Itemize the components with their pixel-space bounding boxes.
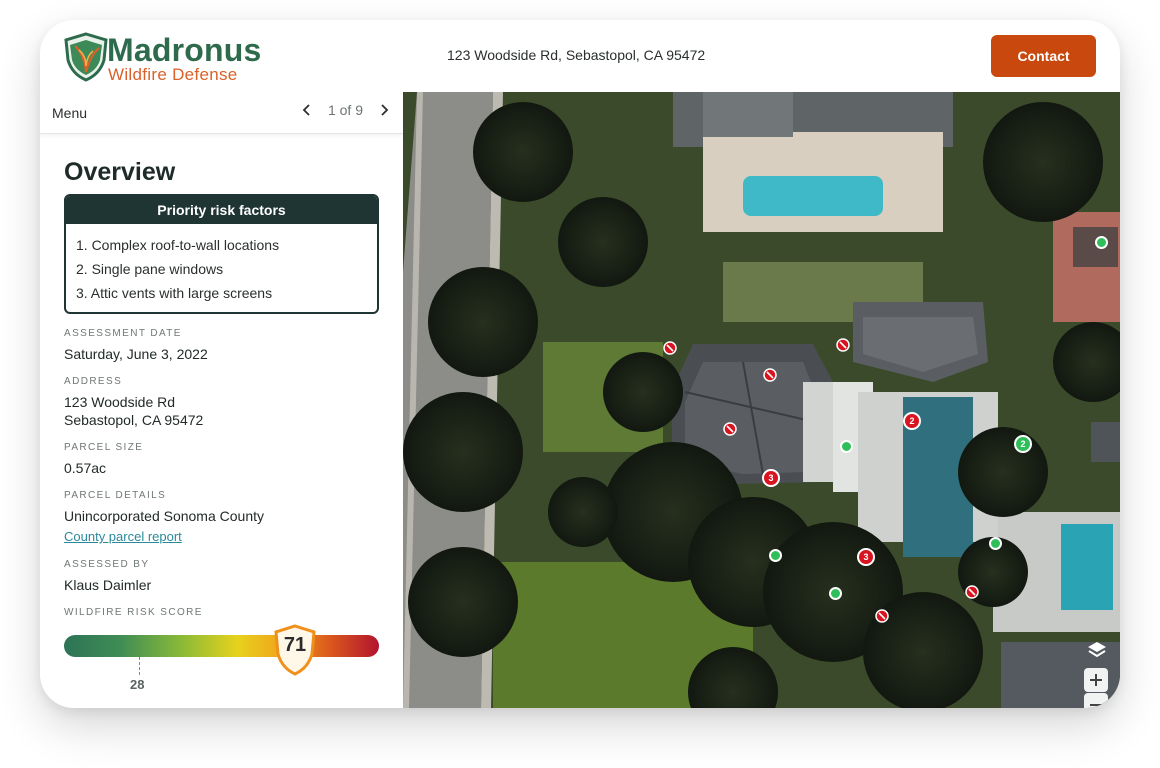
reference-score-tick	[139, 657, 140, 675]
page-title: Overview	[64, 158, 176, 186]
risk-no-icon[interactable]	[965, 585, 979, 599]
reference-score-value: 28	[130, 677, 145, 692]
brand-name: Madronus	[107, 32, 262, 68]
risk-score-gradient-bar	[64, 635, 379, 657]
zoom-out-button[interactable]	[1084, 693, 1108, 708]
address-line-1: 123 Woodside Rd	[64, 394, 176, 410]
parcel-details-label: PARCEL DETAILS	[64, 490, 167, 501]
safe-marker[interactable]	[840, 440, 853, 453]
safe-marker-numbered[interactable]: 2	[1014, 435, 1032, 453]
parcel-size-label: PARCEL SIZE	[64, 442, 144, 453]
overview-sidebar: Menu 1 of 9 Overview Priority risk facto…	[40, 92, 403, 708]
brand-tagline: Wildfire Defense	[108, 65, 238, 84]
pager: 1 of 9	[300, 102, 391, 118]
page-indicator: 1 of 9	[327, 102, 363, 118]
risk-marker-numbered[interactable]: 3	[762, 469, 780, 487]
menu-button[interactable]: Menu	[52, 105, 87, 121]
risk-no-icon[interactable]	[723, 422, 737, 436]
address-line-2: Sebastopol, CA 95472	[64, 412, 204, 428]
priority-risk-heading: Priority risk factors	[66, 196, 377, 224]
risk-score-label: WILDFIRE RISK SCORE	[64, 607, 203, 618]
app-window: Madronus Wildfire Defense 123 Woodside R…	[40, 20, 1120, 708]
layers-icon[interactable]	[1086, 640, 1108, 660]
risk-no-icon[interactable]	[836, 338, 850, 352]
address-label: ADDRESS	[64, 376, 123, 387]
safe-marker[interactable]	[989, 537, 1002, 550]
assessed-by-label: ASSESSED BY	[64, 559, 150, 570]
aerial-imagery	[403, 92, 1120, 708]
minus-icon	[1090, 704, 1102, 706]
risk-marker-numbered[interactable]: 3	[857, 548, 875, 566]
priority-risk-box: Priority risk factors 1. Complex roof-to…	[64, 194, 379, 314]
madrone-leaf-shield-icon	[64, 32, 108, 82]
aerial-map[interactable]: 2 3 3 2	[403, 92, 1120, 708]
menu-bar: Menu 1 of 9	[40, 92, 403, 134]
risk-score-value: 71	[283, 634, 307, 656]
list-item: 3. Attic vents with large screens	[76, 285, 273, 301]
priority-risk-list: 1. Complex roof-to-wall locations 2. Sin…	[66, 224, 377, 305]
safe-marker[interactable]	[829, 587, 842, 600]
chevron-right-icon[interactable]	[377, 103, 391, 117]
list-item: 1. Complex roof-to-wall locations	[76, 237, 280, 253]
safe-marker[interactable]	[1095, 236, 1108, 249]
top-header: Madronus Wildfire Defense 123 Woodside R…	[40, 20, 1120, 92]
parcel-size-value: 0.57ac	[64, 460, 107, 476]
county-parcel-report-link[interactable]: County parcel report	[64, 529, 182, 544]
property-address: 123 Woodside Rd, Sebastopol, CA 95472	[447, 47, 706, 63]
risk-no-icon[interactable]	[875, 609, 889, 623]
parcel-details-value: Unincorporated Sonoma County	[64, 508, 265, 524]
contact-button[interactable]: Contact	[991, 35, 1096, 77]
risk-marker-numbered[interactable]: 2	[903, 412, 921, 430]
risk-no-icon[interactable]	[663, 341, 677, 355]
zoom-in-button[interactable]	[1084, 668, 1108, 692]
chevron-left-icon[interactable]	[300, 103, 314, 117]
list-item: 2. Single pane windows	[76, 261, 224, 277]
assessment-date-value: Saturday, June 3, 2022	[64, 346, 208, 362]
risk-no-icon[interactable]	[763, 368, 777, 382]
safe-marker[interactable]	[769, 549, 782, 562]
plus-icon	[1090, 674, 1102, 686]
assessed-by-value: Klaus Daimler	[64, 577, 152, 593]
assessment-date-label: ASSESSMENT DATE	[64, 328, 182, 339]
